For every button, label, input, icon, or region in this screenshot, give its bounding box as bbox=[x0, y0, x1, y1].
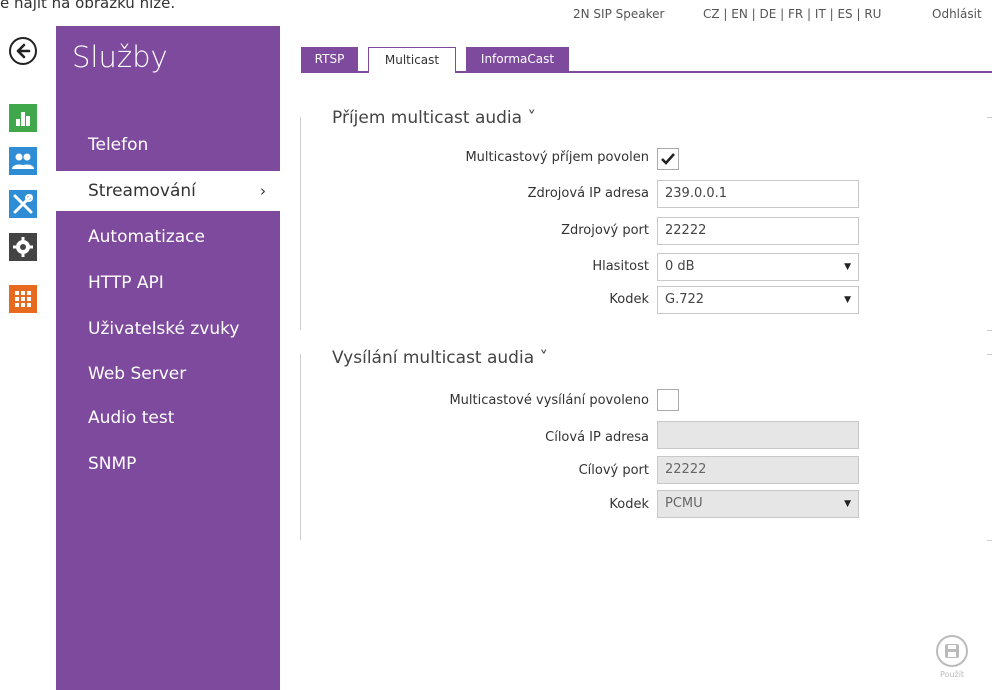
volume-select[interactable]: 0 dB ▼ bbox=[657, 253, 859, 281]
sidebar-item-label: Web Server bbox=[88, 364, 187, 384]
frame-tick bbox=[987, 117, 992, 118]
frame-tick bbox=[987, 540, 992, 541]
dropdown-arrow-icon: ▼ bbox=[844, 499, 851, 509]
receive-codec-label: Kodek bbox=[609, 292, 649, 307]
dropdown-arrow-icon: ▼ bbox=[844, 295, 851, 305]
tab-informacast[interactable]: InformaCast bbox=[466, 47, 569, 71]
transmit-codec-value: PCMU bbox=[665, 496, 703, 511]
frame-tick bbox=[987, 330, 992, 331]
language-selector[interactable]: CZ | EN | DE | FR | IT | ES | RU bbox=[703, 7, 881, 21]
save-label: Použít bbox=[940, 670, 965, 679]
receive-enabled-checkbox[interactable] bbox=[657, 148, 679, 170]
target-ip-input[interactable] bbox=[657, 421, 859, 449]
volume-value: 0 dB bbox=[665, 259, 695, 274]
sidebar-item-audio-test[interactable]: Audio test bbox=[56, 398, 280, 438]
transmit-section-frame bbox=[300, 354, 991, 540]
sidebar-item-automatizace[interactable]: Automatizace bbox=[56, 217, 280, 257]
frame-tick bbox=[987, 354, 992, 355]
top-bar: 2N SIP Speaker CZ | EN | DE | FR | IT | … bbox=[0, 0, 992, 26]
transmit-enabled-label: Multicastové vysílání povoleno bbox=[449, 393, 649, 408]
save-button[interactable] bbox=[936, 635, 968, 667]
sidebar-item-label: Telefon bbox=[88, 135, 149, 155]
tab-rtsp[interactable]: RTSP bbox=[301, 47, 358, 71]
source-ip-input[interactable]: 239.0.0.1 bbox=[657, 180, 859, 208]
sidebar-item-web-server[interactable]: Web Server bbox=[56, 354, 280, 394]
transmit-codec-select[interactable]: PCMU ▼ bbox=[657, 490, 859, 518]
receive-codec-value: G.722 bbox=[665, 292, 705, 307]
receive-codec-select[interactable]: G.722 ▼ bbox=[657, 286, 859, 314]
target-ip-label: Cílová IP adresa bbox=[545, 430, 649, 445]
back-arrow-icon[interactable] bbox=[9, 37, 37, 65]
transmit-section-title[interactable]: Vysílání multicast audia ˅ bbox=[332, 348, 548, 368]
sidebar: Služby Telefon Streamování › Automatizace… bbox=[56, 26, 280, 690]
status-chart-icon[interactable] bbox=[9, 104, 37, 132]
receive-enabled-label: Multicastový příjem povolen bbox=[465, 150, 649, 165]
users-icon[interactable] bbox=[9, 147, 37, 175]
sidebar-item-telefon[interactable]: Telefon bbox=[56, 125, 280, 165]
grid-icon[interactable] bbox=[9, 285, 37, 313]
sidebar-item-http-api[interactable]: HTTP API bbox=[56, 263, 280, 303]
source-port-input[interactable]: 22222 bbox=[657, 217, 859, 245]
sidebar-item-label: Uživatelské zvuky bbox=[88, 319, 240, 339]
sidebar-item-label: HTTP API bbox=[88, 273, 164, 293]
sidebar-item-label: SNMP bbox=[88, 454, 137, 474]
target-port-label: Cílový port bbox=[578, 463, 649, 478]
receive-section-title[interactable]: Příjem multicast audia ˅ bbox=[332, 108, 536, 128]
sidebar-item-label: Streamování bbox=[88, 181, 196, 201]
tools-icon[interactable] bbox=[9, 190, 37, 218]
transmit-enabled-checkbox[interactable] bbox=[657, 389, 679, 411]
tab-multicast[interactable]: Multicast bbox=[368, 47, 456, 73]
source-port-label: Zdrojový port bbox=[561, 223, 649, 238]
floppy-disk-icon bbox=[945, 644, 959, 658]
volume-label: Hlasitost bbox=[592, 259, 649, 274]
logout-link[interactable]: Odhlásit bbox=[932, 7, 982, 21]
sidebar-item-uzivatelske-zvuky[interactable]: Uživatelské zvuky bbox=[56, 309, 280, 349]
tab-bar: RTSP Multicast InformaCast bbox=[301, 47, 992, 73]
sidebar-item-snmp[interactable]: SNMP bbox=[56, 444, 280, 484]
sidebar-title: Služby bbox=[72, 40, 168, 74]
sidebar-item-label: Automatizace bbox=[88, 227, 205, 247]
transmit-codec-label: Kodek bbox=[609, 497, 649, 512]
source-ip-label: Zdrojová IP adresa bbox=[527, 186, 649, 201]
sidebar-item-label: Audio test bbox=[88, 408, 175, 428]
target-port-input[interactable]: 22222 bbox=[657, 456, 859, 484]
dropdown-arrow-icon: ▼ bbox=[844, 262, 851, 272]
device-name: 2N SIP Speaker bbox=[573, 7, 665, 21]
sidebar-item-streamovani[interactable]: Streamování › bbox=[56, 171, 280, 211]
gear-icon[interactable] bbox=[9, 233, 37, 261]
chevron-right-icon: › bbox=[260, 182, 266, 200]
